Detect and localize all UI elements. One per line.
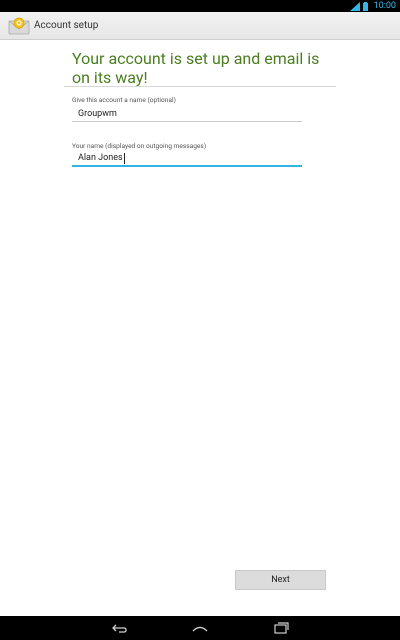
account-name-label: Give this account a name (optional) — [72, 96, 176, 104]
status-icons — [350, 2, 368, 11]
page-title: Your account is set up and email is on i… — [72, 49, 320, 87]
next-button[interactable]: Next — [235, 570, 326, 590]
account-name-input[interactable] — [72, 106, 302, 122]
email-app-icon[interactable] — [8, 15, 30, 37]
recents-icon[interactable] — [272, 620, 290, 636]
back-icon[interactable] — [110, 620, 128, 636]
divider — [64, 86, 336, 87]
your-name-label: Your name (displayed on outgoing message… — [72, 142, 207, 150]
text-cursor — [124, 153, 125, 164]
status-bar: 10:00 — [0, 0, 400, 12]
action-bar: Account setup — [0, 12, 400, 40]
status-clock: 10:00 — [373, 1, 396, 11]
wifi-icon — [350, 2, 360, 11]
action-bar-title: Account setup — [34, 20, 99, 31]
home-icon[interactable] — [191, 620, 209, 636]
your-name-input[interactable] — [72, 151, 302, 167]
battery-icon — [363, 2, 368, 11]
navigation-bar — [0, 616, 400, 640]
